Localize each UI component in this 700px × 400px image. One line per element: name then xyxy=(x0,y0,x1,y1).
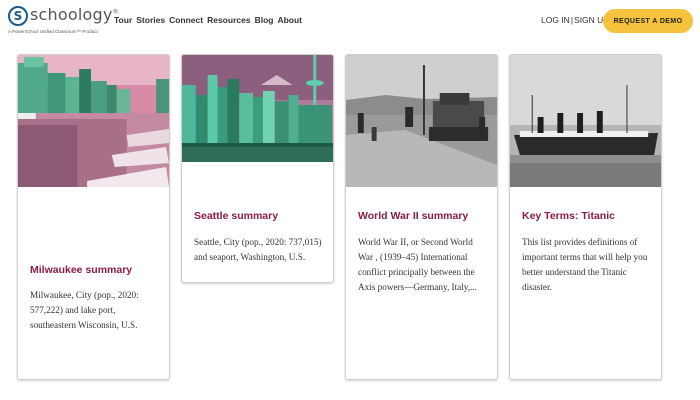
logo-wordmark: schoology® xyxy=(30,5,119,24)
card-summary: This list provides definitions of import… xyxy=(522,237,648,292)
milwaukee-harbor-photo xyxy=(18,55,169,187)
card-summary: World War II, or Second World War , (193… xyxy=(358,237,477,292)
nav-tour[interactable]: Tour xyxy=(114,15,132,25)
logo-tagline: A PowerSchool Unified Classroom™ Product xyxy=(8,29,98,34)
card-summary: Milwaukee, City (pop., 2020: 577,222) an… xyxy=(30,290,139,330)
request-demo-button[interactable]: REQUEST A DEMO xyxy=(603,9,693,33)
card-milwaukee[interactable]: Milwaukee summary Milwaukee, City (pop.,… xyxy=(17,54,170,380)
nav-resources[interactable]: Resources xyxy=(207,15,250,25)
card-title[interactable]: World War II summary xyxy=(358,210,468,222)
card-summary: Seattle, City (pop., 2020: 737,015) and … xyxy=(194,237,322,262)
titanic-ship-photo xyxy=(510,55,661,187)
card-seattle[interactable]: Seattle summary Seattle, City (pop., 202… xyxy=(181,54,334,283)
login-link[interactable]: LOG IN xyxy=(541,15,570,25)
auth-links: LOG IN | SIGN UP xyxy=(541,15,609,25)
schoology-s-icon: S xyxy=(8,6,28,26)
nav-connect[interactable]: Connect xyxy=(169,15,203,25)
nav-about[interactable]: About xyxy=(277,15,302,25)
nav-blog[interactable]: Blog xyxy=(255,15,274,25)
nav-stories[interactable]: Stories xyxy=(136,15,165,25)
site-header: S schoology® A PowerSchool Unified Class… xyxy=(0,0,700,44)
schoology-logo[interactable]: S schoology® A PowerSchool Unified Class… xyxy=(8,5,119,38)
main-nav: Tour Stories Connect Resources Blog Abou… xyxy=(114,15,302,25)
card-world-war-ii[interactable]: World War II summary World War II, or Se… xyxy=(345,54,498,380)
seattle-skyline-photo xyxy=(182,55,333,162)
card-title[interactable]: Seattle summary xyxy=(194,210,278,222)
card-titanic[interactable]: Key Terms: Titanic This list provides de… xyxy=(509,54,662,380)
ww2-tank-photo xyxy=(346,55,497,187)
card-title[interactable]: Milwaukee summary xyxy=(30,264,132,276)
auth-separator: | xyxy=(570,15,574,25)
card-title[interactable]: Key Terms: Titanic xyxy=(522,210,615,222)
